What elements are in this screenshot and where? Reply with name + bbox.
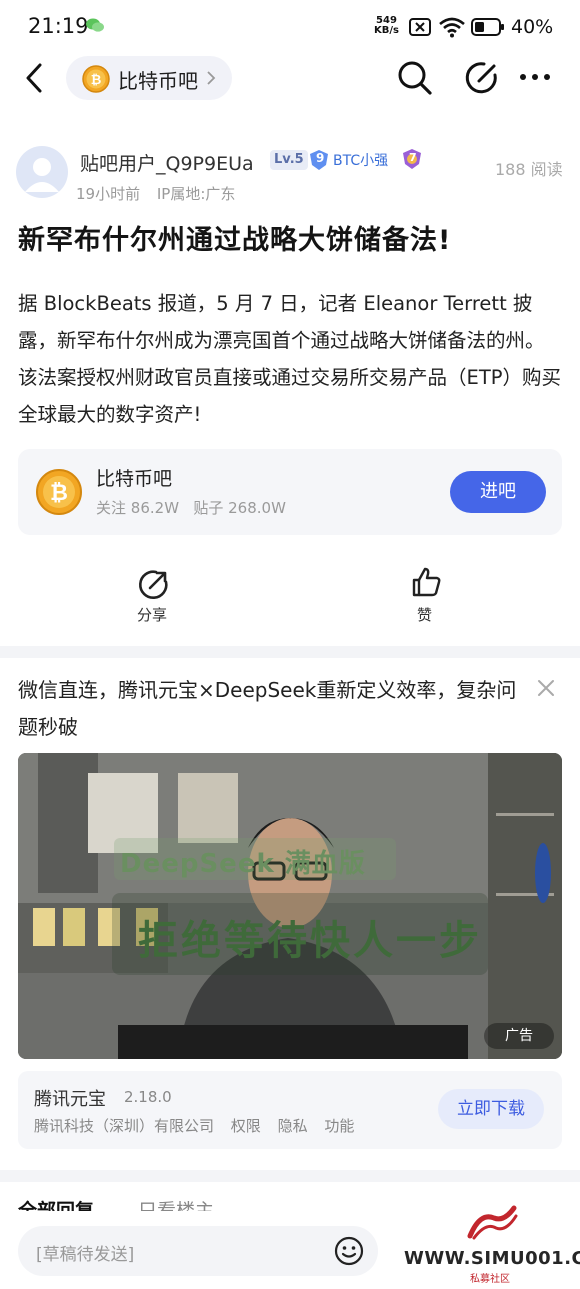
post-time: 19小时前 xyxy=(76,185,141,203)
ad-image-headline: DeepSeek 满血版 xyxy=(120,849,366,879)
ad-image[interactable]: DeepSeek 满血版 拒绝等待快人一步 xyxy=(18,753,562,1059)
emoji-icon[interactable] xyxy=(334,1236,364,1266)
forum-stats: 关注 86.2W 贴子 268.0W xyxy=(96,499,286,517)
post-meta: 19小时前 IP属地:广东 xyxy=(76,183,247,204)
bitcoin-icon: ₿ xyxy=(82,65,110,93)
reply-input[interactable]: [草稿待发送] xyxy=(18,1226,378,1276)
edit-icon[interactable] xyxy=(465,60,499,96)
author-name[interactable]: 贴吧用户_Q9P9EUa xyxy=(80,149,254,176)
app-version: 2.18.0 xyxy=(124,1088,172,1106)
download-button[interactable]: 立即下载 xyxy=(438,1089,544,1129)
ad-video-frame xyxy=(18,753,562,1059)
features-link[interactable]: 功能 xyxy=(324,1117,354,1135)
join-forum-button[interactable]: 进吧 xyxy=(450,471,546,513)
svg-text:₿: ₿ xyxy=(50,481,68,506)
status-time: 21:19 xyxy=(28,14,89,38)
search-icon[interactable] xyxy=(397,60,433,96)
no-sim-icon xyxy=(409,18,431,36)
bitcoin-icon: ₿ xyxy=(36,469,82,515)
forum-chip[interactable]: ₿ 比特币吧 xyxy=(66,56,232,100)
close-icon[interactable] xyxy=(537,679,555,697)
chevron-right-icon xyxy=(207,71,216,85)
post-body: 据 BlockBeats 报道，5 月 7 日，记者 Eleanor Terre… xyxy=(18,292,561,426)
battery-icon xyxy=(471,18,504,36)
svg-text:₿: ₿ xyxy=(91,73,102,88)
share-button[interactable]: 分享 xyxy=(137,604,167,625)
level-badge: Lv.5 xyxy=(270,150,308,170)
ad-tag: 广告 xyxy=(484,1023,554,1049)
battery-percent: 40% xyxy=(511,16,554,38)
share-icon[interactable] xyxy=(138,568,170,600)
read-count: 188 阅读 xyxy=(495,160,563,179)
thumbs-up-icon[interactable] xyxy=(410,566,442,598)
divider xyxy=(0,646,580,658)
user-avatar-icon xyxy=(25,158,59,192)
watermark-subtext: 私募社区 xyxy=(470,1274,510,1285)
avatar[interactable] xyxy=(16,146,68,198)
forum-name: 比特币吧 xyxy=(118,69,198,93)
back-icon[interactable] xyxy=(22,62,46,94)
badge2-level: 7 xyxy=(409,151,417,164)
divider xyxy=(0,1170,580,1182)
like-button[interactable]: 赞 xyxy=(417,604,432,625)
developer: 腾讯科技（深圳）有限公司 xyxy=(34,1117,215,1135)
ip-location: IP属地:广东 xyxy=(156,185,236,203)
privacy-link[interactable]: 隐私 xyxy=(278,1117,308,1135)
permissions-link[interactable]: 权限 xyxy=(231,1117,261,1135)
app-name: 腾讯元宝 xyxy=(34,1089,106,1110)
badge-name: BTC小强 xyxy=(333,153,389,169)
post-title: 新罕布什尔州通过战略大饼储备法! xyxy=(18,225,452,256)
watermark-logo xyxy=(467,1205,518,1240)
forum-card[interactable]: ₿ 比特币吧 关注 86.2W 贴子 268.0W 进吧 xyxy=(18,449,562,535)
app-info: 腾讯科技（深圳）有限公司 权限 隐私 功能 xyxy=(34,1115,366,1136)
more-icon[interactable] xyxy=(518,67,552,87)
reply-placeholder: [草稿待发送] xyxy=(36,1245,135,1265)
ad-image-slogan: 拒绝等待快人一步 xyxy=(138,918,482,964)
network-speed: 549 KB/s xyxy=(374,15,399,36)
ad-title[interactable]: 微信直连，腾讯元宝×DeepSeek重新定义效率，复杂问题秒破 xyxy=(18,672,518,746)
forum-card-name: 比特币吧 xyxy=(96,468,173,490)
watermark-text: WWW.SIMU001.CN xyxy=(404,1248,580,1269)
wechat-notification-icon xyxy=(86,18,104,32)
status-bar: 21:19 549 KB/s 40% xyxy=(0,0,580,56)
ad-tag-label: 广告 xyxy=(505,1028,533,1044)
wifi-icon xyxy=(439,17,465,38)
app-card[interactable]: 腾讯元宝 2.18.0 腾讯科技（深圳）有限公司 权限 隐私 功能 立即下载 xyxy=(18,1071,562,1149)
badge-level: 9 xyxy=(316,151,325,165)
